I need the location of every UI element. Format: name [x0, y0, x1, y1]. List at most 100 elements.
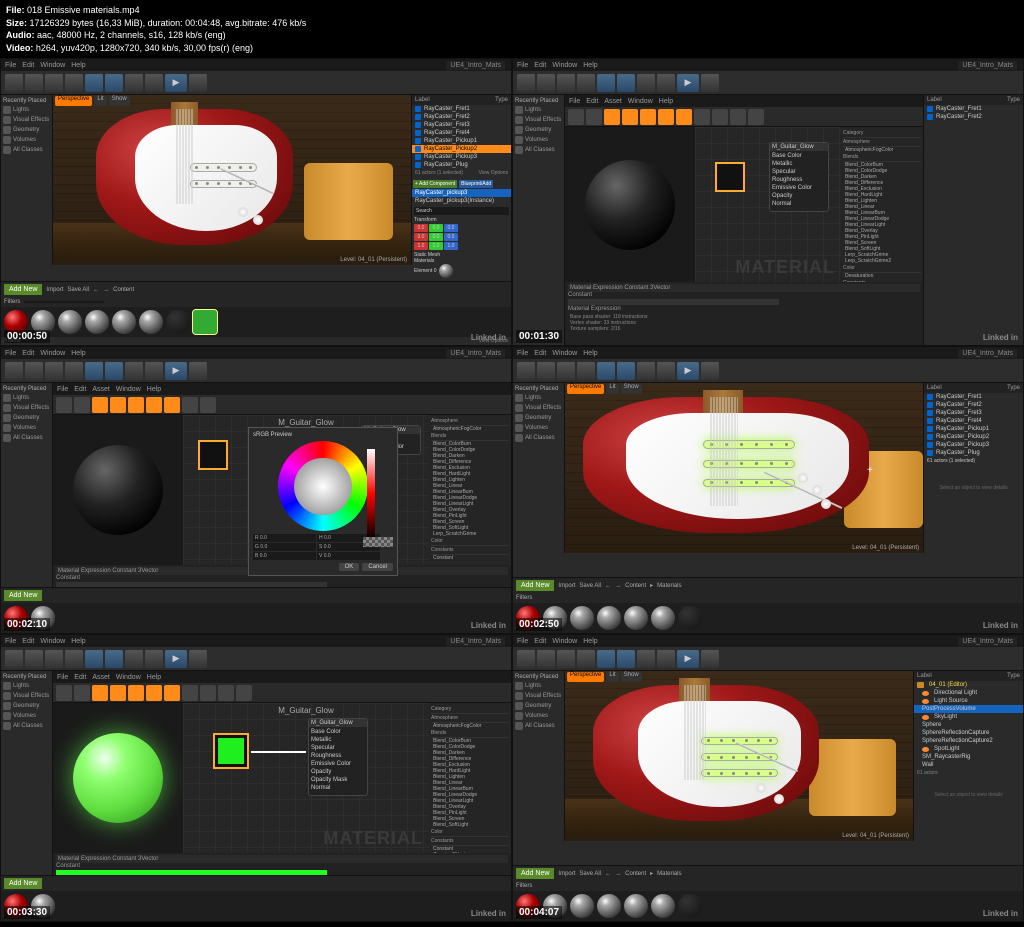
mat-connectors-button[interactable] — [676, 109, 692, 125]
blueprints-button[interactable] — [105, 74, 123, 92]
level-viewport[interactable]: Perspective Lit Show — [53, 95, 411, 265]
mat-cleanup-button[interactable] — [658, 109, 674, 125]
mat-stats-button[interactable] — [730, 109, 746, 125]
tab-title[interactable]: UE4_Intro_Mats — [958, 61, 1017, 70]
menu-help[interactable]: Help — [71, 62, 85, 69]
search-input[interactable] — [24, 301, 104, 303]
value-strip[interactable] — [367, 449, 375, 539]
perspective-button[interactable]: Perspective — [55, 96, 92, 106]
mat-findincb-button[interactable] — [586, 109, 602, 125]
main-toolbar: ▶ — [513, 71, 1023, 95]
color-picker-dialog: sRGB Preview R 0.0 H 0.0 G 0.0 S 0.0 B 0… — [248, 427, 398, 576]
label-header[interactable]: Label — [415, 97, 430, 103]
mat-mobile-stats-button[interactable] — [748, 109, 764, 125]
file-info-header: File: 018 Emissive materials.mp4 Size: 1… — [0, 0, 1024, 58]
search-details[interactable]: Search — [414, 207, 509, 215]
source-control-button[interactable] — [25, 74, 43, 92]
material-preview[interactable] — [565, 127, 695, 282]
settings-button[interactable] — [85, 74, 103, 92]
selected-component[interactable]: RayCaster_pickup3 — [412, 189, 511, 197]
outliner-item[interactable]: RayCaster_Pickup1 — [412, 137, 511, 145]
cp-ok-button[interactable]: OK — [339, 563, 360, 571]
folder-icon — [917, 682, 924, 688]
light-icon — [922, 715, 929, 720]
menu-file[interactable]: File — [5, 62, 16, 69]
save-all-button[interactable]: Save All — [67, 287, 89, 293]
mat-apply-button[interactable] — [604, 109, 620, 125]
outliner-item[interactable]: RayCaster_Fret2 — [412, 113, 511, 121]
placer-volumes[interactable]: Volumes — [3, 135, 50, 145]
color-wheel[interactable] — [278, 441, 368, 531]
view-options[interactable]: View Options — [479, 170, 508, 176]
placer-lights[interactable]: Lights — [3, 105, 50, 115]
material-thumb[interactable] — [85, 310, 109, 334]
const3vector-node[interactable] — [198, 440, 228, 470]
outliner-item[interactable]: RayCaster_Pickup3 — [412, 153, 511, 161]
preview-sphere-green — [73, 733, 163, 823]
outliner-item[interactable]: RayCaster_Fret4 — [412, 129, 511, 137]
cinematics-button[interactable] — [125, 74, 143, 92]
mat-search-button[interactable] — [622, 109, 638, 125]
type-header[interactable]: Type — [495, 97, 508, 103]
details-header[interactable]: Material Expression Constant 3Vector — [568, 284, 920, 292]
filters-button[interactable]: Filters — [4, 299, 20, 305]
light-icon — [922, 747, 929, 752]
show-button[interactable]: Show — [109, 96, 130, 106]
const3vector-green[interactable] — [213, 733, 249, 769]
build-button[interactable] — [145, 74, 163, 92]
thumbnail-grid: File Edit Window Help UE4_Intro_Mats ▶ R… — [0, 58, 1024, 922]
launch-button[interactable] — [189, 74, 207, 92]
material-thumb[interactable] — [166, 310, 190, 334]
outliner-item[interactable]: RayCaster_Fret3 — [412, 121, 511, 129]
material-thumb-selected[interactable] — [193, 310, 217, 334]
outliner-item[interactable]: RayCaster_Pickup2 — [412, 145, 511, 153]
audio-label: Audio: — [6, 30, 35, 40]
transform-section[interactable]: Transform — [414, 217, 509, 223]
mat-home-button[interactable] — [640, 109, 656, 125]
menu-edit[interactable]: Edit — [22, 62, 34, 69]
add-component-button[interactable]: + Add Component — [413, 180, 457, 188]
cp-b[interactable]: B 0.0 — [253, 552, 316, 560]
menu-bar: File Edit Window Help — [1, 59, 511, 71]
video-value: h264, yuv420p, 1280x720, 340 kb/s, 30,00… — [36, 43, 253, 53]
mat-live-preview-button[interactable] — [694, 109, 710, 125]
material-editor: FileEditAssetWindowHelp — [565, 95, 923, 345]
placer-vfx[interactable]: Visual Effects — [3, 115, 50, 125]
marketplace-button[interactable] — [65, 74, 83, 92]
mat-save-button[interactable] — [568, 109, 584, 125]
material-output-node[interactable]: M_Guitar_Glow Base Color Metallic Specul… — [769, 142, 829, 212]
frame-5: FileEditWindowHelp UE4_Intro_Mats ▶ Rece… — [0, 634, 512, 922]
content-button[interactable] — [45, 74, 63, 92]
cp-cancel-button[interactable]: Cancel — [362, 563, 393, 571]
file-label: File: — [6, 5, 25, 15]
outliner-item[interactable]: RayCaster_Fret1 — [412, 105, 511, 113]
const3vector-node[interactable] — [715, 162, 745, 192]
add-new-button[interactable]: Add New — [4, 284, 42, 295]
material-graph[interactable]: M_Guitar_Glow Base Color Metallic Specul… — [695, 127, 841, 282]
tab-title[interactable]: UE4_Intro_Mats — [446, 61, 505, 70]
mat-live-nodes-button[interactable] — [712, 109, 728, 125]
save-button[interactable] — [5, 74, 23, 92]
placer-all[interactable]: All Classes — [3, 145, 50, 155]
main-toolbar: ▶ — [1, 71, 511, 95]
play-button[interactable]: ▶ — [165, 74, 187, 92]
video-label: Video: — [6, 43, 33, 53]
cp-v[interactable]: V 0.0 — [317, 552, 380, 560]
import-button[interactable]: Import — [46, 287, 63, 293]
cp-g[interactable]: G 0.0 — [253, 543, 316, 551]
material-thumb[interactable] — [139, 310, 163, 334]
material-details: Material Expression Constant 3Vector Con… — [565, 282, 923, 336]
content-path[interactable]: Content — [113, 287, 134, 293]
place-actors-panel: Recently Placed Lights Visual Effects Ge… — [1, 95, 53, 265]
child-component[interactable]: RayCaster_pickup3(Instance) — [412, 197, 511, 205]
outliner-item[interactable]: RayCaster_Plug — [412, 161, 511, 169]
light-icon — [922, 691, 929, 696]
blueprint-button[interactable]: Blueprint/Add — [459, 180, 493, 188]
cp-r[interactable]: R 0.0 — [253, 534, 316, 542]
menu-window[interactable]: Window — [40, 62, 65, 69]
cp-srgb[interactable]: sRGB Preview — [253, 432, 393, 438]
lit-button[interactable]: Lit — [94, 96, 106, 106]
material-thumb[interactable] — [112, 310, 136, 334]
material-thumb[interactable] — [58, 310, 82, 334]
placer-geometry[interactable]: Geometry — [3, 125, 50, 135]
